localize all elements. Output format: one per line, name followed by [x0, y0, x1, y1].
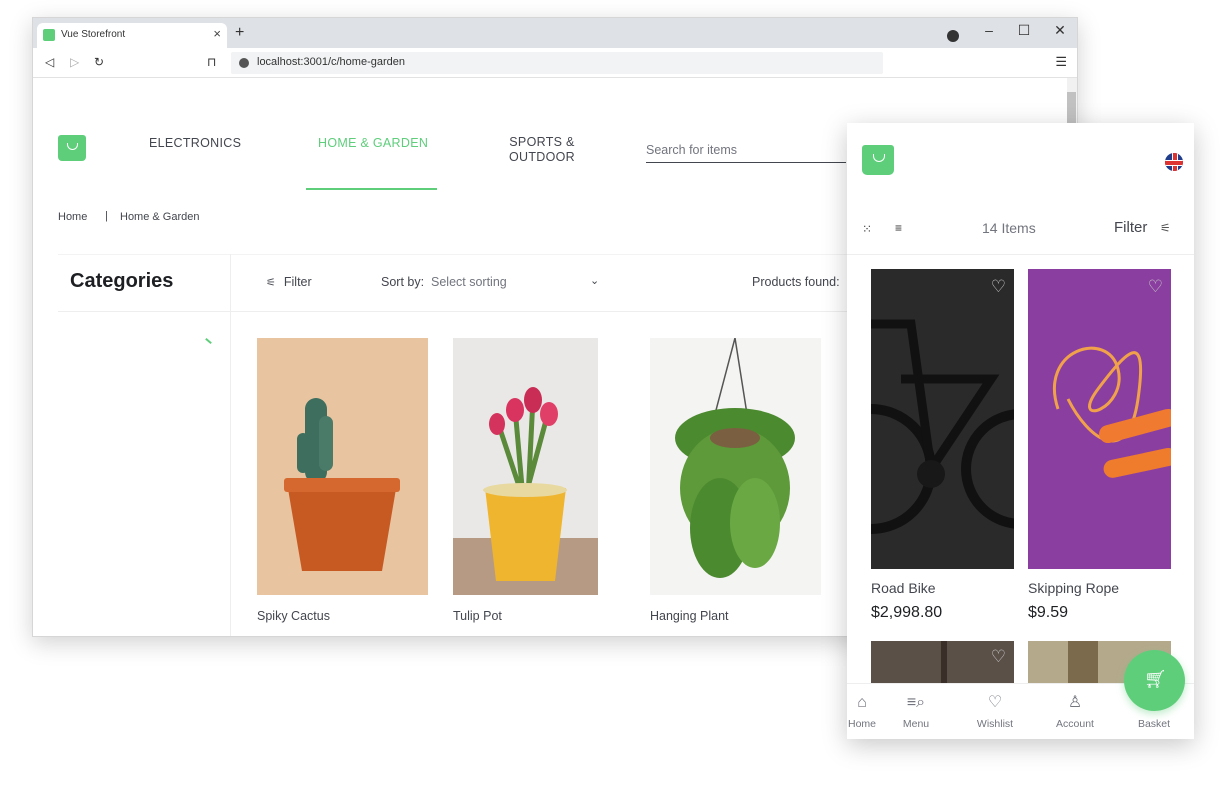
product-name[interactable]: Tulip Pot — [453, 609, 502, 623]
product-name[interactable]: Hanging Plant — [650, 609, 729, 623]
stage: Vue Storefront × + – ☐ ✕ ◁ ▷ ↻ ⊓ localho… — [0, 0, 1225, 785]
product-price: $9.59 — [1028, 604, 1069, 621]
loading-spinner-icon — [205, 337, 212, 345]
nav-home-garden[interactable]: HOME & GARDEN — [318, 136, 428, 151]
filter-label: Filter — [283, 275, 312, 289]
mobile-toolbar-divider — [847, 254, 1194, 255]
nav-sports-outdoor[interactable]: SPORTS & OUTDOOR — [509, 135, 575, 165]
back-icon[interactable]: ◁ — [45, 55, 54, 69]
product-card[interactable]: Tulip Pot — [453, 338, 598, 623]
mobile-product-card[interactable]: ♡ Skipping Rope $9.59 — [1028, 269, 1171, 621]
profile-icon[interactable] — [947, 30, 959, 42]
bookmark-icon[interactable]: ⊓ — [207, 55, 216, 69]
breadcrumb-current: Home & Garden — [120, 211, 200, 223]
search-input[interactable] — [646, 143, 846, 157]
skipping-rope-image — [1028, 269, 1171, 569]
wishlist-heart-icon[interactable]: ♡ — [991, 647, 1006, 667]
filter-button[interactable]: ⚟ Filter — [266, 275, 312, 289]
toolbar-divider — [58, 311, 858, 312]
heart-icon: ♡ — [987, 694, 1003, 711]
product-card[interactable]: Spiky Cactus — [257, 338, 428, 623]
new-tab-button[interactable]: + — [235, 24, 244, 42]
product-name[interactable]: Road Bike — [871, 580, 936, 596]
filter-sliders-icon[interactable]: ⚟ — [1160, 221, 1171, 235]
tulip-image — [453, 338, 598, 595]
nav-electronics[interactable]: ELECTRONICS — [149, 136, 241, 151]
address-bar: ◁ ▷ ↻ ⊓ localhost:3001/c/home-garden ☰ — [33, 48, 1077, 78]
maximize-button[interactable]: ☐ — [1014, 22, 1034, 39]
road-bike-image — [871, 269, 1014, 569]
wishlist-heart-icon[interactable]: ♡ — [1148, 277, 1163, 297]
product-image[interactable]: ♡ — [1028, 269, 1171, 569]
product-image[interactable] — [650, 338, 821, 595]
browser-tab-bar: Vue Storefront × + – ☐ ✕ — [33, 18, 1077, 48]
search-field[interactable] — [646, 141, 846, 163]
bottom-nav-wishlist[interactable]: ♡ Wishlist — [965, 692, 1025, 730]
nav-active-underline — [306, 188, 437, 190]
uk-flag-icon[interactable] — [1165, 153, 1183, 171]
nav-sports-line1: SPORTS & — [509, 135, 575, 149]
product-image[interactable] — [453, 338, 598, 595]
wishlist-heart-icon[interactable]: ♡ — [991, 277, 1006, 297]
url-field[interactable]: localhost:3001/c/home-garden — [231, 52, 883, 74]
grid-view-icon[interactable]: ⁙ — [862, 222, 872, 236]
bottom-nav-label: Account — [1056, 718, 1094, 730]
product-name[interactable]: Spiky Cactus — [257, 609, 330, 623]
minimize-button[interactable]: – — [979, 22, 999, 38]
bottom-nav-label: Basket — [1137, 718, 1171, 730]
favicon-icon — [43, 29, 55, 41]
list-view-icon[interactable]: ≡ — [895, 221, 902, 235]
product-image[interactable] — [257, 338, 428, 595]
url-text: localhost:3001/c/home-garden — [257, 56, 405, 68]
bottom-nav-menu[interactable]: ≡⌕ Menu — [886, 692, 946, 730]
product-card[interactable]: Hanging Plant — [650, 338, 821, 623]
cart-icon: 🛒︎ — [1144, 669, 1167, 689]
bottom-nav-account[interactable]: ♙ Account — [1045, 692, 1105, 730]
forward-icon[interactable]: ▷ — [70, 55, 79, 69]
tab-title: Vue Storefront — [61, 29, 126, 40]
sort-select[interactable]: Select sorting — [431, 275, 507, 289]
close-window-button[interactable]: ✕ — [1050, 22, 1070, 39]
tab-close-icon[interactable]: × — [213, 26, 221, 41]
categories-title: Categories — [70, 270, 174, 292]
mobile-logo-icon[interactable] — [862, 145, 894, 175]
chevron-down-icon[interactable]: ⌄ — [590, 274, 599, 287]
browser-menu-icon[interactable]: ☰ — [1055, 54, 1067, 70]
basket-button[interactable]: 🛒︎ — [1124, 650, 1185, 711]
sort-label: Sort by: — [381, 275, 425, 289]
breadcrumb-home[interactable]: Home — [58, 211, 87, 223]
product-price: $2,998.80 — [871, 604, 943, 621]
toolbar-top-divider — [58, 254, 858, 255]
mobile-product-card[interactable]: ♡ Road Bike $2,998.80 — [871, 269, 1014, 621]
cactus-image — [257, 338, 428, 595]
bottom-nav-label: Wishlist — [976, 718, 1014, 730]
menu-search-icon: ≡⌕ — [906, 694, 926, 711]
products-found-label: Products found: — [752, 275, 840, 289]
info-icon[interactable] — [239, 58, 249, 68]
reload-icon[interactable]: ↻ — [94, 55, 104, 69]
product-image[interactable]: ♡ — [871, 269, 1014, 569]
hanging-plant-image — [650, 338, 821, 595]
product-name[interactable]: Skipping Rope — [1028, 580, 1119, 596]
bottom-nav-label: Menu — [902, 718, 930, 730]
user-icon: ♙ — [1067, 694, 1083, 711]
breadcrumb-separator: | — [105, 210, 108, 222]
nav-sports-line2: OUTDOOR — [509, 150, 575, 164]
store-logo-icon[interactable] — [58, 135, 86, 161]
mobile-view: ⁙ ≡ 14 Items Filter ⚟ ♡ Road Bike $2,998… — [847, 123, 1194, 739]
mobile-filter-button[interactable]: Filter — [1114, 219, 1147, 236]
browser-tab[interactable]: Vue Storefront × — [37, 23, 227, 48]
items-count: 14 Items — [982, 220, 1036, 236]
filter-sliders-icon: ⚟ — [266, 277, 276, 289]
